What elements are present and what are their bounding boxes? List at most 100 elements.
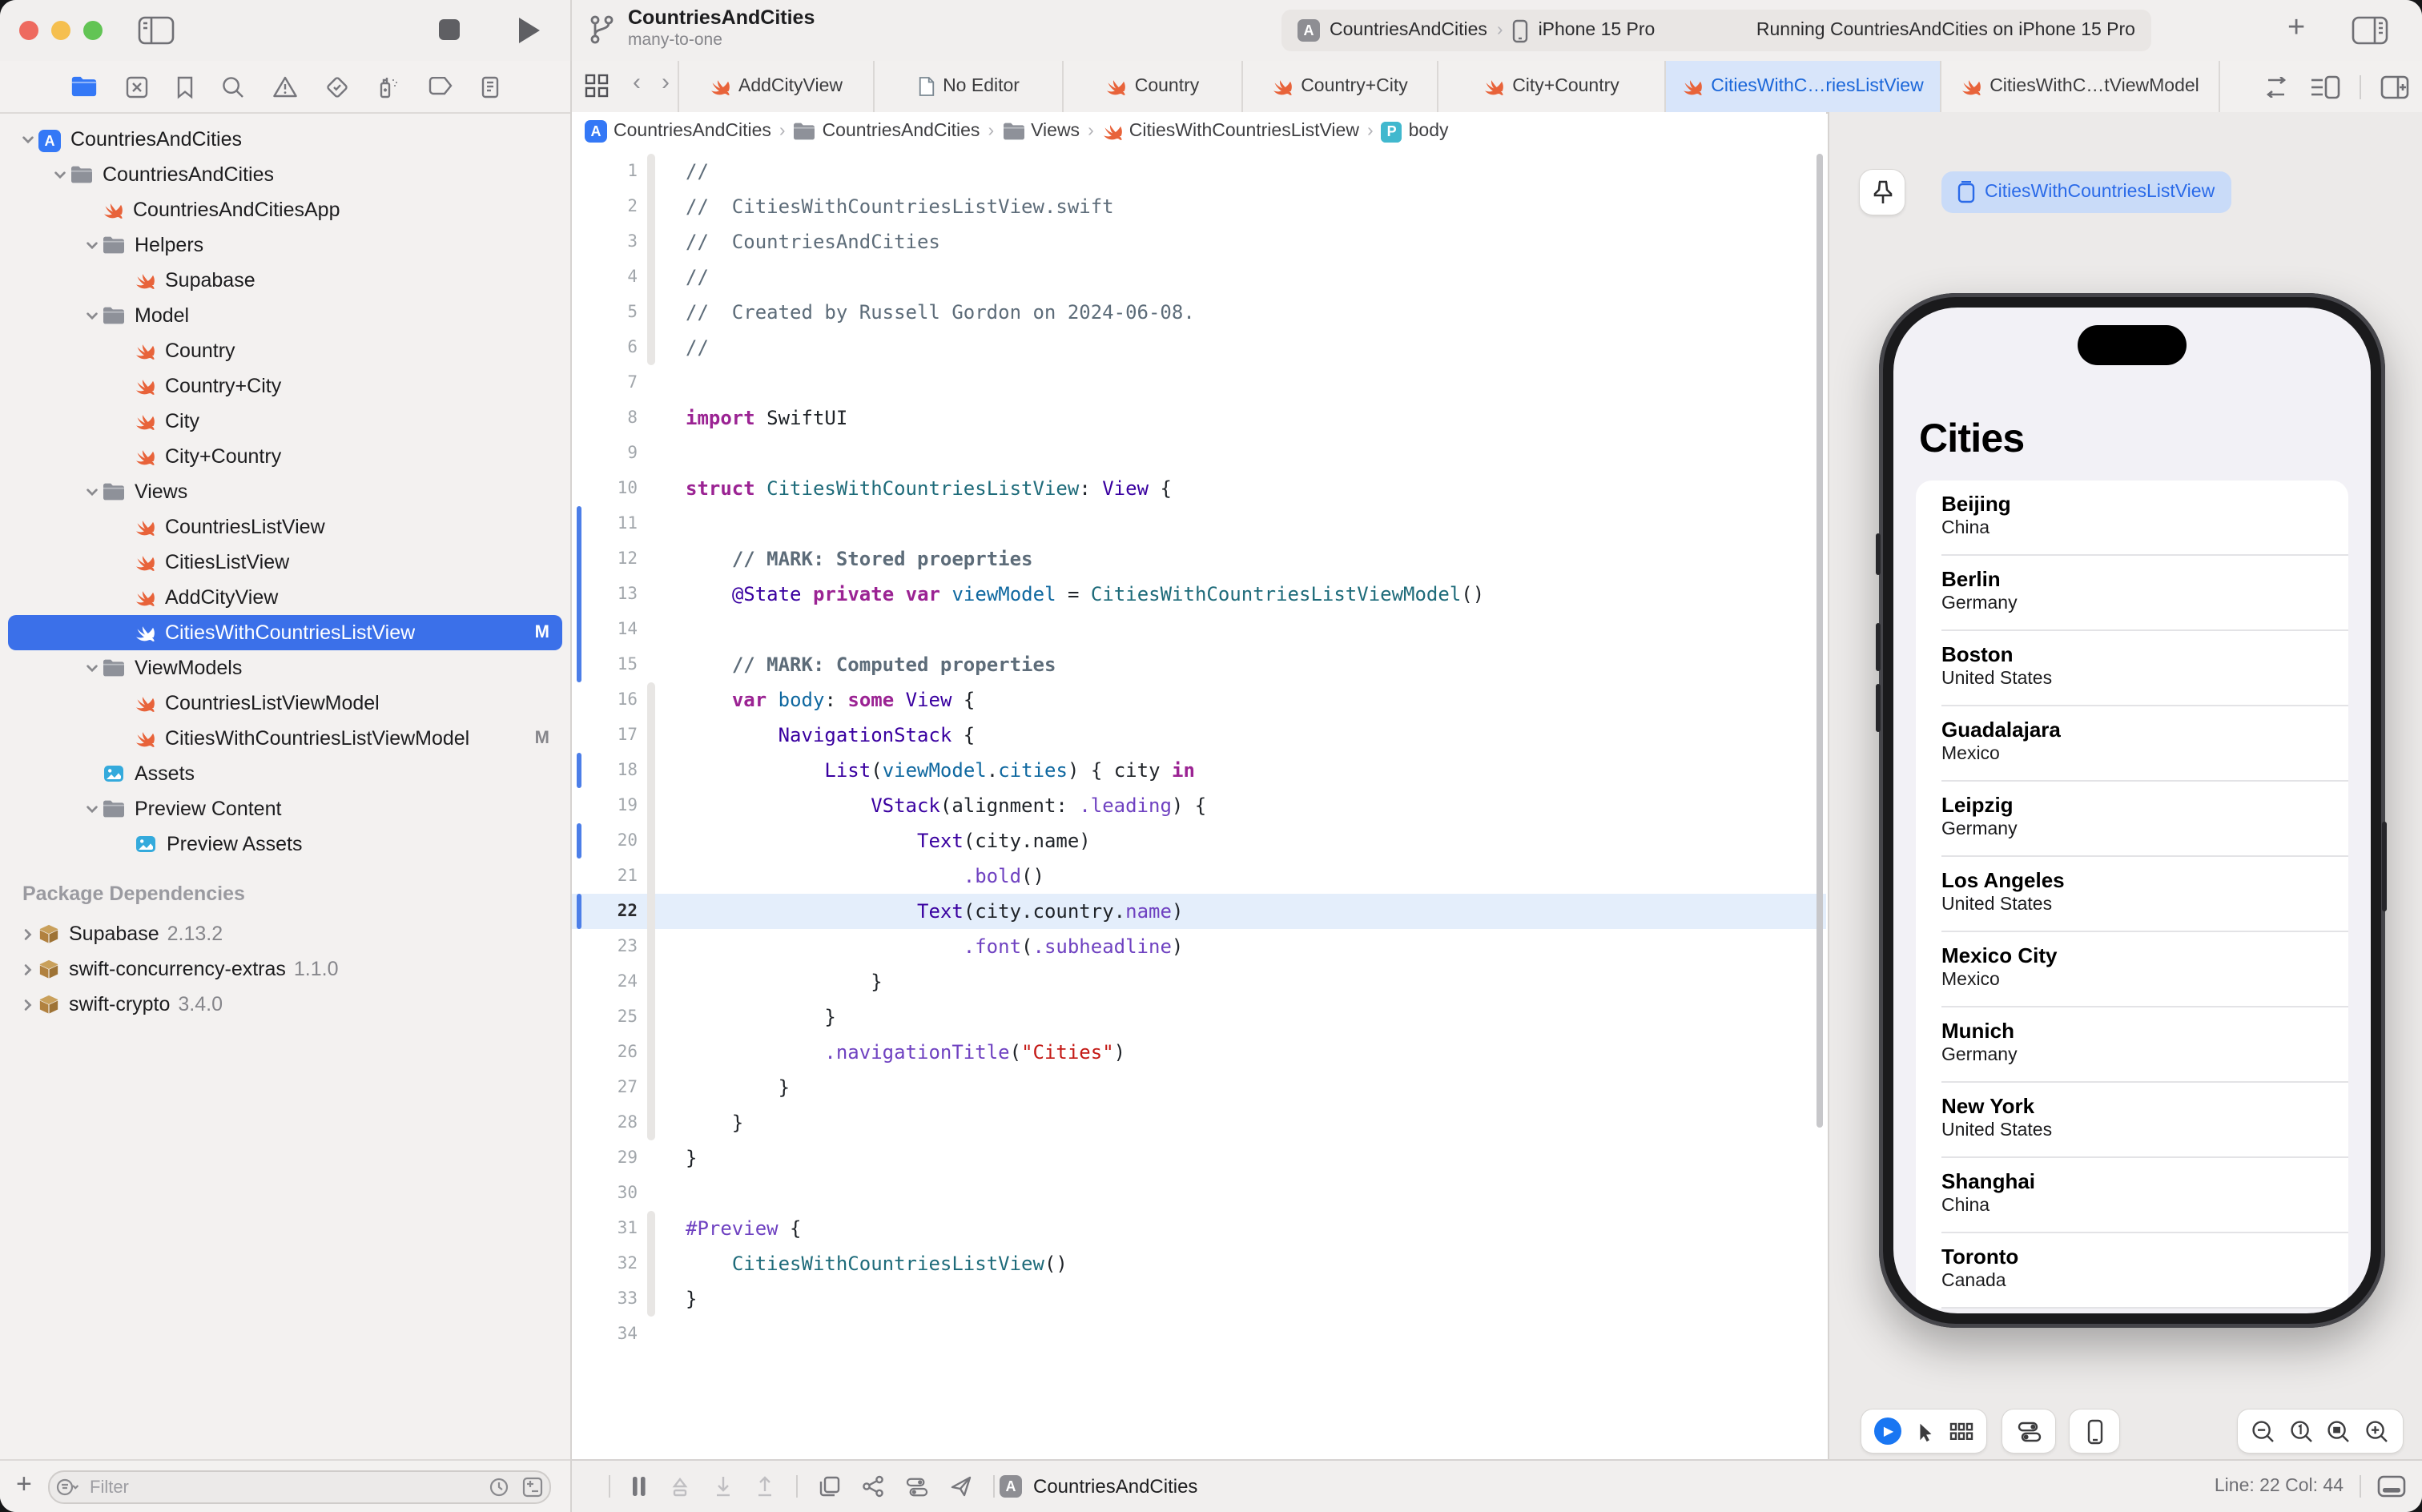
sidebar-item-country-city[interactable]: Country+City [8,368,562,404]
breadcrumb-item-body[interactable]: Pbody [1382,121,1449,142]
list-item-berlin[interactable]: BerlinGermany [1916,556,2348,631]
new-tab-button[interactable]: + [2287,11,2305,46]
sidebar-item-preview-assets[interactable]: Preview Assets [8,826,562,862]
disclosure-icon[interactable] [80,661,103,675]
sidebar-item-views[interactable]: Views [8,474,562,509]
code-line[interactable]: 26 .navigationTitle("Cities") [572,1035,1826,1070]
source-control-status-filter-icon[interactable] [522,1477,543,1498]
add-editor-icon[interactable] [2380,74,2409,99]
editor-settings-icon[interactable] [2377,1475,2406,1498]
package-item-swift-concurrency-extras[interactable]: swift-concurrency-extras1.1.0 [8,951,562,987]
run-destination[interactable]: iPhone 15 Pro [1539,21,1656,40]
code-line[interactable]: 10struct CitiesWithCountriesListView: Vi… [572,471,1826,506]
sidebar-item-preview-content[interactable]: Preview Content [8,791,562,826]
pause-icon[interactable] [631,1475,647,1498]
code-line[interactable]: 34 [572,1317,1826,1352]
stop-button[interactable] [439,19,460,40]
tab-city-country[interactable]: City+Country [1438,61,1666,112]
tab-country[interactable]: Country [1064,61,1243,112]
list-item-toronto[interactable]: TorontoCanada [1916,1233,2348,1309]
code-line[interactable]: 18 List(viewModel.cities) { city in [572,753,1826,788]
disclosure-icon[interactable] [80,308,103,323]
code-review-icon[interactable] [2262,76,2291,97]
zoom-window-button[interactable] [83,21,103,40]
code-line[interactable]: 25 } [572,999,1826,1035]
tab-citieswithc-tviewmodel[interactable]: CitiesWithC…tViewModel [1941,61,2220,112]
source-editor[interactable]: ACountriesAndCities›CountriesAndCities›V… [572,112,1826,1461]
breadcrumb-item-citieswithcountrieslistview[interactable]: CitiesWithCountriesListView [1102,121,1359,142]
breadcrumb-item-countriesandcities[interactable]: ACountriesAndCities [585,120,771,143]
send-icon[interactable] [950,1475,972,1498]
sidebar-item-countriesandcities[interactable]: CountriesAndCities [8,157,562,192]
code-line[interactable]: 2// CitiesWithCountriesListView.swift [572,189,1826,224]
stage-icon[interactable] [668,1475,692,1498]
layers-icon[interactable] [819,1475,841,1498]
sidebar-item-countriesandcities[interactable]: ACountriesAndCities [8,122,562,157]
nav-test-icon[interactable] [325,74,349,99]
push-icon[interactable] [754,1475,775,1498]
code-line[interactable]: 6// [572,330,1826,365]
zoom-out-icon[interactable] [2251,1418,2276,1444]
nav-coverage-icon[interactable] [376,74,400,99]
nav-search-icon[interactable] [221,74,245,99]
list-item-leipzig[interactable]: LeipzigGermany [1916,782,2348,857]
zoom-in-icon[interactable] [2364,1418,2390,1444]
editor-options-icon[interactable] [2310,74,2340,99]
code-line[interactable]: 19 VStack(alignment: .leading) { [572,788,1826,823]
pin-preview-button[interactable] [1860,170,1905,215]
disclosure-icon[interactable] [16,927,38,941]
nav-folder-icon[interactable] [70,75,98,98]
activity-status-bar[interactable]: A CountriesAndCities › iPhone 15 Pro Run… [1281,10,2151,51]
sidebar-item-addcityview[interactable]: AddCityView [8,580,562,615]
code-line[interactable]: 9 [572,436,1826,471]
list-item-new-york[interactable]: New YorkUnited States [1916,1083,2348,1158]
disclosure-icon[interactable] [80,238,103,252]
disclosure-icon[interactable] [16,997,38,1011]
preview-target-chip[interactable]: CitiesWithCountriesListView [1941,171,2231,213]
device-icon[interactable] [2086,1418,2102,1444]
sidebar-item-assets[interactable]: Assets [8,756,562,791]
code-line[interactable]: 23 .font(.subheadline) [572,929,1826,964]
disclosure-icon[interactable] [16,132,38,147]
run-button[interactable] [519,18,540,43]
nav-warning-icon[interactable] [272,75,298,98]
sidebar-item-helpers[interactable]: Helpers [8,227,562,263]
code-line[interactable]: 3// CountriesAndCities [572,224,1826,259]
minimize-window-button[interactable] [51,21,70,40]
sidebar-item-citieswithcountrieslistviewmodel[interactable]: CitiesWithCountriesListViewModelM [8,721,562,756]
disclosure-icon[interactable] [16,962,38,976]
related-items-icon[interactable] [585,74,609,98]
code-line[interactable]: 8import SwiftUI [572,400,1826,436]
tab-citieswithc-rieslistview[interactable]: CitiesWithC…riesListView [1666,61,1941,112]
list-item-boston[interactable]: BostonUnited States [1916,631,2348,706]
sidebar-item-countrieslistviewmodel[interactable]: CountriesListViewModel [8,686,562,721]
recent-files-icon[interactable] [489,1477,509,1498]
toggles-icon[interactable] [905,1476,929,1497]
sidebar-item-citieswithcountrieslistview[interactable]: CitiesWithCountriesListViewM [8,615,562,650]
list-item-guadalajara[interactable]: GuadalajaraMexico [1916,706,2348,782]
sidebar-item-country[interactable]: Country [8,333,562,368]
nav-tag-icon[interactable] [428,76,453,97]
zoom-fit-icon[interactable] [2327,1418,2352,1444]
code-line[interactable]: 14 [572,612,1826,647]
code-line[interactable]: 11 [572,506,1826,541]
breadcrumb-item-countriesandcities[interactable]: CountriesAndCities [794,122,980,141]
code-line[interactable]: 33} [572,1281,1826,1317]
cursor-icon[interactable] [1914,1420,1937,1442]
code-line[interactable]: 27 } [572,1070,1826,1105]
toggle-right-sidebar-icon[interactable] [2352,16,2388,45]
code-line[interactable]: 20 Text(city.name) [572,823,1826,859]
disclosure-icon[interactable] [48,167,70,182]
add-file-button[interactable]: + [16,1469,32,1501]
code-line[interactable]: 16 var body: some View { [572,682,1826,718]
scheme-name[interactable]: CountriesAndCities [1330,21,1487,40]
sidebar-item-countrieslistview[interactable]: CountriesListView [8,509,562,545]
code-line[interactable]: 31#Preview { [572,1211,1826,1246]
list-item-shanghai[interactable]: ShanghaiChina [1916,1158,2348,1233]
code-line[interactable]: 7 [572,365,1826,400]
code-line[interactable]: 12 // MARK: Stored proeprties [572,541,1826,577]
list-item-los-angeles[interactable]: Los AngelesUnited States [1916,857,2348,932]
hierarchy-icon[interactable] [862,1475,884,1498]
sidebar-item-viewmodels[interactable]: ViewModels [8,650,562,686]
code-line[interactable]: 30 [572,1176,1826,1211]
